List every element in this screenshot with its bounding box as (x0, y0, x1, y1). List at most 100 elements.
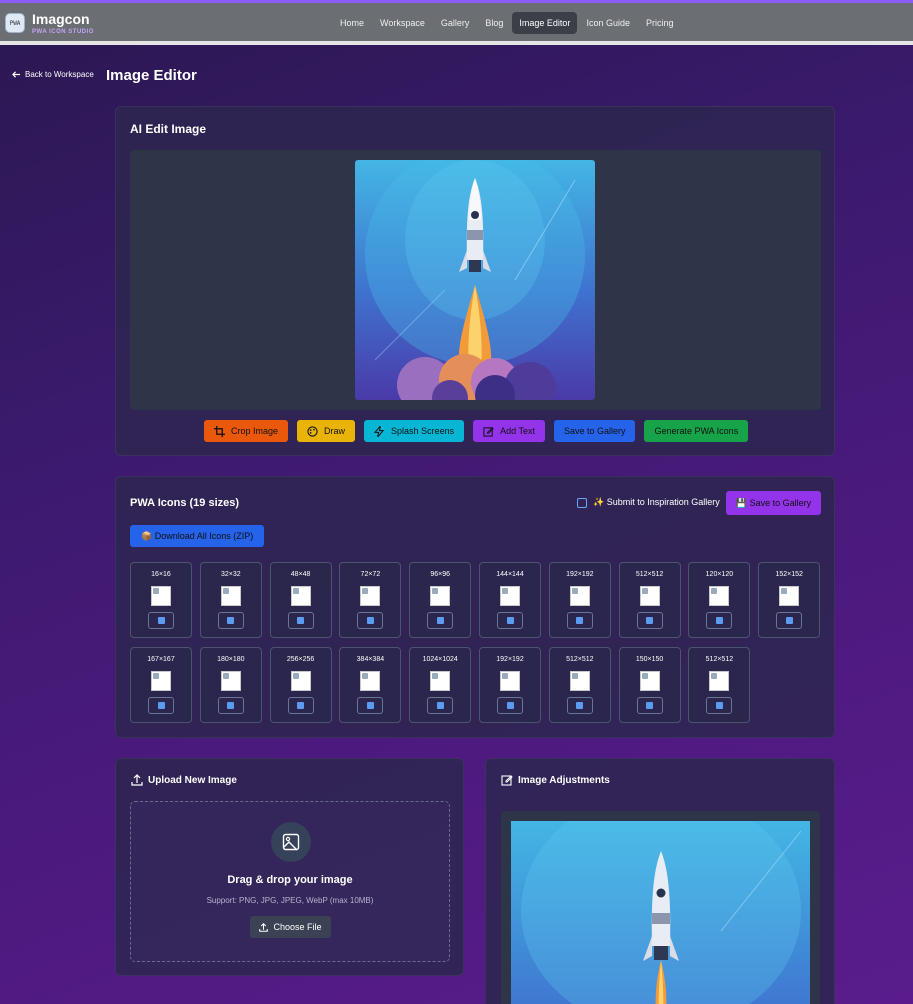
download-icon (646, 702, 654, 709)
back-to-workspace-link[interactable]: Back to Workspace (12, 70, 94, 79)
icon-size-label: 144×144 (496, 571, 524, 578)
draw-button[interactable]: Draw (297, 420, 356, 442)
splash-screens-button[interactable]: Splash Screens (364, 420, 465, 442)
nav-workspace[interactable]: Workspace (373, 12, 432, 34)
download-icon-button[interactable] (287, 612, 314, 629)
download-icon-button[interactable] (497, 697, 523, 714)
brand-name[interactable]: Imagcon (32, 11, 90, 27)
icon-thumbnail (569, 671, 590, 691)
nav-image-editor[interactable]: Image Editor (512, 12, 578, 34)
image-adjustments-title: Image Adjustments (518, 775, 610, 786)
crop-image-button[interactable]: Crop Image (204, 420, 289, 442)
arrow-left-icon (12, 71, 21, 78)
download-icon-button[interactable] (706, 697, 733, 714)
icon-size-label: 152×152 (775, 571, 803, 578)
image-icon (282, 833, 300, 851)
top-navbar: PWA Imagcon PWA ICON STUDIO Home Workspa… (0, 3, 913, 45)
pwa-save-to-gallery-label: 💾 Save to Gallery (735, 497, 812, 508)
icon-thumbnail (360, 671, 381, 691)
submit-inspiration-toggle[interactable]: ✨ Submit to Inspiration Gallery (577, 497, 720, 508)
download-icon-button[interactable] (148, 612, 174, 629)
download-icon-button[interactable] (566, 612, 593, 629)
pwa-icons-title: PWA Icons (19 sizes) (130, 497, 240, 509)
download-icon (157, 702, 165, 709)
download-icon-button[interactable] (427, 612, 454, 629)
download-icon-button[interactable] (636, 612, 663, 629)
download-icon-button[interactable] (287, 697, 314, 714)
icon-thumbnail (500, 671, 520, 691)
download-icon-button[interactable] (566, 697, 593, 714)
upload-title: Upload New Image (148, 775, 237, 786)
download-icon (646, 617, 654, 624)
icon-size-label: 180×180 (217, 656, 245, 663)
download-icon (576, 617, 584, 624)
pwa-icon-tile: 152×152 (758, 562, 821, 638)
download-icon-button[interactable] (497, 612, 523, 629)
nav-icon-guide[interactable]: Icon Guide (579, 12, 637, 34)
nav-gallery[interactable]: Gallery (434, 12, 477, 34)
save-to-gallery-label: Save to Gallery (563, 426, 626, 436)
pwa-icon-tile: 120×120 (688, 562, 751, 638)
generate-pwa-icons-button[interactable]: Generate PWA Icons (644, 420, 749, 442)
download-icon-button[interactable] (706, 612, 733, 629)
icon-size-label: 48×48 (290, 571, 311, 578)
choose-file-button[interactable]: Choose File (250, 916, 331, 938)
download-icon (576, 702, 584, 709)
adjust-rocket-image (511, 821, 810, 1004)
pwa-icon-tile: 96×96 (409, 562, 472, 638)
download-icon (227, 702, 235, 709)
icon-size-label: 1024×1024 (422, 656, 458, 663)
pwa-icons-card: PWA Icons (19 sizes) ✨ Submit to Inspira… (115, 476, 835, 738)
icon-size-label: 192×192 (496, 656, 524, 663)
download-icon (297, 617, 305, 624)
icon-thumbnail (290, 671, 311, 691)
pwa-icon-tile: 384×384 (339, 647, 402, 723)
add-text-button[interactable]: Add Text (473, 420, 545, 442)
download-icon-button[interactable] (148, 697, 174, 714)
icon-size-label: 150×150 (635, 656, 664, 663)
download-all-icons-button[interactable]: 📦 Download All Icons (ZIP) (130, 525, 265, 547)
icon-thumbnail (360, 586, 381, 606)
download-icon-button[interactable] (357, 697, 384, 714)
submit-inspiration-checkbox[interactable] (577, 497, 587, 508)
image-adjustments-card: Image Adjustments (485, 758, 835, 1004)
pwa-icon-tile: 16×16 (130, 562, 192, 638)
download-icon (785, 617, 793, 624)
rocket-illustration-icon (355, 160, 595, 400)
icon-size-label: 192×192 (566, 571, 594, 578)
download-icon-button[interactable] (217, 612, 244, 629)
icon-size-label: 72×72 (360, 571, 381, 578)
nav-blog[interactable]: Blog (478, 12, 510, 34)
download-icon-button[interactable] (427, 697, 454, 714)
download-icon (715, 617, 723, 624)
icon-size-label: 256×256 (286, 656, 315, 663)
crop-image-label: Crop Image (231, 426, 279, 436)
icon-size-label: 32×32 (220, 571, 241, 578)
pwa-icon-tile: 192×192 (548, 562, 611, 638)
icon-thumbnail (290, 586, 311, 606)
download-icon-button[interactable] (357, 612, 384, 629)
nav-pricing[interactable]: Pricing (639, 12, 681, 34)
rocket-image (355, 160, 595, 400)
pwa-save-to-gallery-button[interactable]: 💾 Save to Gallery (726, 491, 821, 515)
icon-thumbnail (639, 671, 660, 691)
download-icon-button[interactable] (217, 697, 244, 714)
edit-square-icon (501, 775, 513, 786)
download-icon (157, 617, 165, 624)
download-icon-button[interactable] (636, 697, 663, 714)
adjust-preview-frame (501, 811, 820, 1004)
download-icon (227, 617, 235, 624)
pwa-icon-tile: 150×150 (618, 647, 681, 723)
pwa-icon-tile: 48×48 (269, 562, 332, 638)
palette-icon (307, 425, 318, 437)
back-link-label: Back to Workspace (25, 70, 94, 79)
download-icon (506, 702, 514, 709)
nav-home[interactable]: Home (333, 12, 371, 34)
logo-icon[interactable]: PWA (5, 13, 25, 33)
upload-card: Upload New Image Drag & drop your image … (115, 758, 464, 976)
download-icon-button[interactable] (776, 612, 803, 629)
download-all-icons-label: 📦 Download All Icons (ZIP) (141, 530, 254, 541)
drop-zone[interactable]: Drag & drop your image Support: PNG, JPG… (130, 801, 450, 962)
save-to-gallery-button[interactable]: Save to Gallery (553, 420, 636, 442)
icon-size-label: 512×512 (705, 656, 734, 663)
